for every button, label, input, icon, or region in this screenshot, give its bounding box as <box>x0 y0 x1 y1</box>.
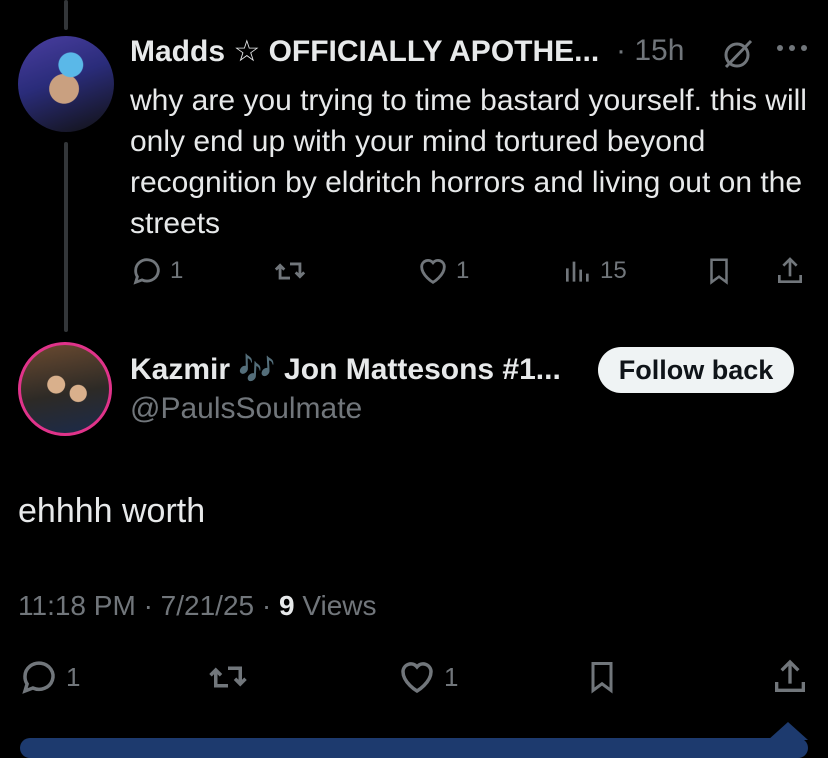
tweet-time[interactable]: 11:18 PM <box>18 590 136 621</box>
comment-icon <box>133 258 160 285</box>
comment-icon <box>22 661 55 694</box>
reply-text: why are you trying to time bastard yours… <box>130 84 807 240</box>
repost-button[interactable] <box>272 254 308 288</box>
reply-time-meta[interactable]: · 15h <box>616 34 684 68</box>
tweet-date[interactable]: 7/21/25 <box>161 590 254 621</box>
share-icon <box>775 659 805 692</box>
views-count: 9 <box>278 590 295 621</box>
bookmark-icon <box>710 258 728 285</box>
reply-count: 1 <box>170 257 184 284</box>
separator: · <box>143 590 153 621</box>
view-count: 15 <box>600 257 627 284</box>
repost-button[interactable] <box>206 656 250 698</box>
reply-bar[interactable] <box>20 738 808 758</box>
heart-icon <box>420 259 446 284</box>
thread-line <box>64 142 68 332</box>
reply-button[interactable]: 1 <box>130 254 183 288</box>
reply-time[interactable]: 15h <box>634 34 684 67</box>
avatar[interactable] <box>18 342 112 436</box>
repost-icon <box>274 262 306 280</box>
like-button[interactable]: 1 <box>396 656 458 698</box>
separator: · <box>616 34 626 67</box>
main-action-bar: 1 1 <box>0 656 828 706</box>
more-icon[interactable] <box>774 38 810 68</box>
reply-action-bar: 1 1 15 <box>0 254 828 294</box>
like-button[interactable]: 1 <box>416 254 469 288</box>
follow-back-button[interactable]: Follow back <box>598 347 794 393</box>
separator: · <box>261 590 272 621</box>
avatar[interactable] <box>18 36 114 132</box>
views-label: Views <box>302 590 377 621</box>
reply-display-name[interactable]: Madds ☆ OFFICIALLY APOTHE... <box>130 34 599 69</box>
share-icon <box>778 257 802 283</box>
share-button[interactable] <box>770 656 810 698</box>
repost-icon <box>209 666 247 688</box>
main-handle[interactable]: @PaulsSoulmate <box>130 392 362 426</box>
heart-icon <box>401 662 433 694</box>
views-icon <box>566 261 589 282</box>
views-button[interactable]: 15 <box>562 254 627 288</box>
bookmark-icon <box>591 662 613 694</box>
thread-line <box>64 0 68 30</box>
like-count: 1 <box>444 661 459 692</box>
reply-button[interactable]: 1 <box>18 656 80 698</box>
bookmark-button[interactable] <box>704 254 734 288</box>
tweet-timestamp: 11:18 PM · 7/21/25 · 9 Views <box>18 590 377 622</box>
main-display-name[interactable]: Kazmir 🎶 Jon Mattesons #1... <box>130 352 561 387</box>
share-button[interactable] <box>774 254 806 288</box>
main-tweet-text: ehhhh worth <box>18 492 206 530</box>
bookmark-button[interactable] <box>584 656 620 698</box>
like-count: 1 <box>456 257 470 284</box>
grok-icon[interactable] <box>720 36 756 72</box>
reply-count: 1 <box>66 661 81 692</box>
